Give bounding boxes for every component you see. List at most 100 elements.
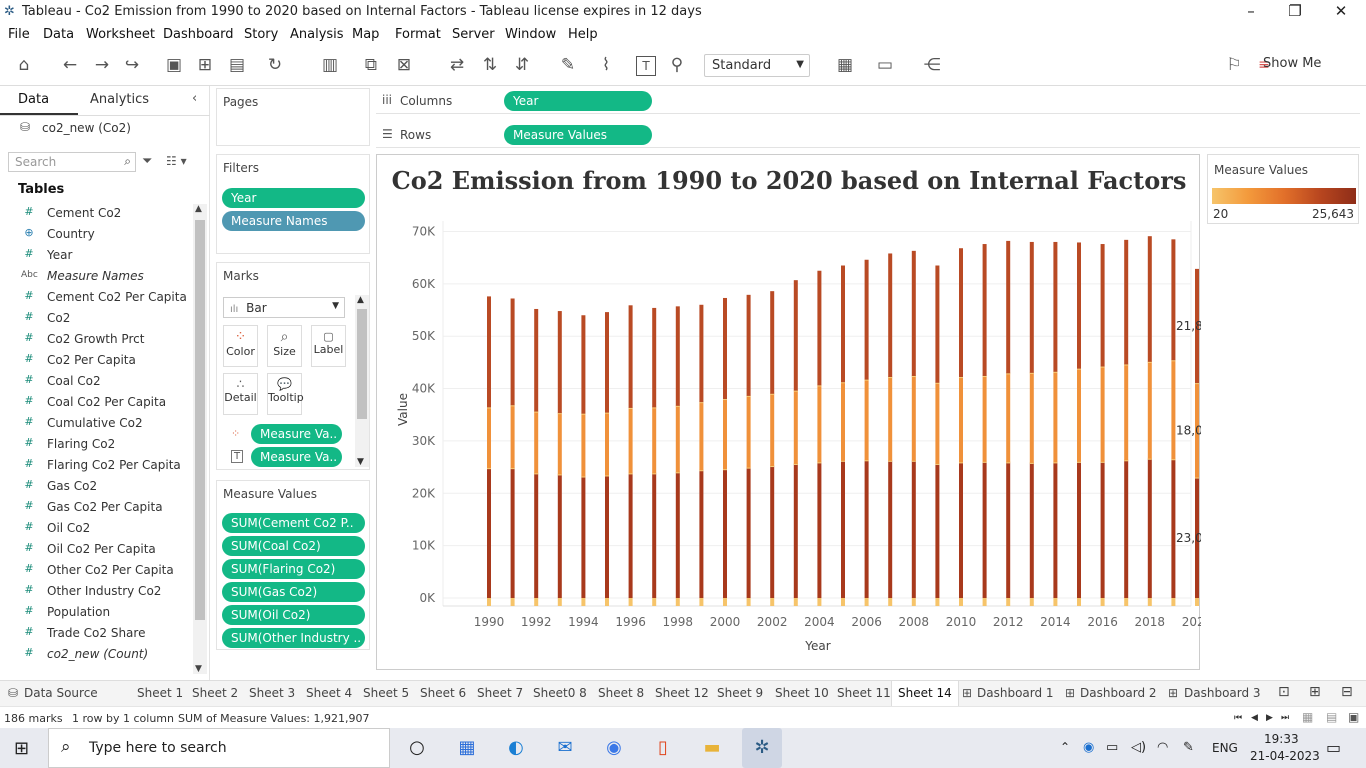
search-input[interactable]: Search ⌕ <box>8 152 136 172</box>
undo-icon[interactable]: ← <box>58 55 82 75</box>
tab-sheet-4[interactable]: Sheet 4 <box>306 686 352 700</box>
menu-dashboard[interactable]: Dashboard <box>163 27 234 42</box>
tab-sheet-12[interactable]: Sheet 12 <box>655 686 709 700</box>
task-view-icon[interactable]: ○ <box>404 736 430 760</box>
size-button[interactable]: ⌕ Size <box>267 325 302 367</box>
new-worksheet-icon[interactable]: ▥ <box>318 55 342 75</box>
minimize-button[interactable]: – <box>1236 2 1266 20</box>
store-icon[interactable]: ▦ <box>454 736 480 760</box>
pen-icon[interactable]: ✎ <box>1183 740 1194 755</box>
list-view-icon[interactable]: ▤ <box>1326 710 1337 724</box>
show-me-button[interactable]: Show Me <box>1263 56 1321 71</box>
replay-icon[interactable]: ↪ <box>120 55 144 75</box>
redo-icon[interactable]: → <box>90 55 114 75</box>
chrome-icon[interactable]: ◉ <box>601 736 627 760</box>
format-painter-icon[interactable]: ⚐ <box>1222 55 1246 75</box>
measure-value-pill[interactable]: SUM(Other Industry .. <box>222 628 365 648</box>
scroll-down-icon[interactable]: ▼ <box>357 457 364 467</box>
duplicate-icon[interactable]: ⧉ <box>359 55 383 75</box>
field-item[interactable]: # co2_new (Count) <box>0 644 190 665</box>
field-item[interactable]: # Flaring Co2 Per Capita <box>0 455 190 476</box>
menu-analysis[interactable]: Analysis <box>290 27 344 42</box>
chevron-up-icon[interactable]: ⌃ <box>1060 740 1070 754</box>
show-labels-icon[interactable]: T <box>636 56 656 76</box>
notifications-icon[interactable]: ▭ <box>1326 738 1341 757</box>
datasource-name[interactable]: co2_new (Co2) <box>42 121 131 135</box>
tab-sheet-1[interactable]: Sheet 1 <box>137 686 183 700</box>
collapse-pane-icon[interactable]: ‹ <box>192 91 197 106</box>
menu-window[interactable]: Window <box>505 27 556 42</box>
tab-dashboard-1[interactable]: Dashboard 1 <box>977 686 1054 700</box>
office-icon[interactable]: ▯ <box>650 736 676 760</box>
filter-pill-year[interactable]: Year <box>222 188 365 208</box>
mail-icon[interactable]: ✉ <box>552 736 578 760</box>
menu-map[interactable]: Map <box>352 27 379 42</box>
menu-file[interactable]: File <box>8 27 30 42</box>
field-item[interactable]: # Other Industry Co2 <box>0 581 190 602</box>
tooltip-button[interactable]: 💬 Tooltip <box>267 373 304 415</box>
field-item[interactable]: # Co2 <box>0 308 190 329</box>
tab-sheet-6[interactable]: Sheet 6 <box>420 686 466 700</box>
new-worksheet-icon[interactable]: ⊡ <box>1278 684 1290 700</box>
tab-dashboard-2[interactable]: Dashboard 2 <box>1080 686 1157 700</box>
view-options-icon[interactable]: ☷ ▾ <box>166 154 187 168</box>
marks-pill-label[interactable]: Measure Va.. <box>251 447 342 467</box>
color-button[interactable]: ⁘ Color <box>223 325 258 367</box>
tab-dashboard-3[interactable]: Dashboard 3 <box>1184 686 1261 700</box>
refresh-icon[interactable]: ↻ <box>263 55 287 75</box>
home-icon[interactable]: ⌂ <box>12 55 36 75</box>
field-item[interactable]: # Other Co2 Per Capita <box>0 560 190 581</box>
field-item[interactable]: # Population <box>0 602 190 623</box>
tab-sheet-7[interactable]: Sheet 7 <box>477 686 523 700</box>
chart-area[interactable]: Co2 Emission from 1990 to 2020 based on … <box>376 154 1218 671</box>
field-item[interactable]: # Cumulative Co2 <box>0 413 190 434</box>
new-datasource-icon[interactable]: ⊞ <box>193 55 217 75</box>
sort-ascending-icon[interactable]: ⇅ <box>478 55 502 75</box>
label-button[interactable]: ▢ Label <box>311 325 346 367</box>
filter-pill-measure-names[interactable]: Measure Names <box>222 211 365 231</box>
scroll-down-icon[interactable]: ▼ <box>195 664 202 674</box>
color-legend[interactable]: Measure Values 20 25,643 <box>1207 154 1359 224</box>
rows-pill-measure-values[interactable]: Measure Values <box>504 125 652 145</box>
tab-sheet-3[interactable]: Sheet 3 <box>249 686 295 700</box>
tab-sheet-11[interactable]: Sheet 11 <box>837 686 891 700</box>
field-item[interactable]: # Gas Co2 <box>0 476 190 497</box>
menu-data[interactable]: Data <box>43 27 74 42</box>
menu-server[interactable]: Server <box>452 27 495 42</box>
scrollbar[interactable]: ▲ ▼ <box>193 204 207 674</box>
field-item[interactable]: Abc Measure Names <box>0 266 190 287</box>
network-app-icon[interactable]: ◉ <box>1083 740 1094 755</box>
tab-analytics[interactable]: Analytics <box>90 92 149 107</box>
taskbar-search-input[interactable]: ⌕ Type here to search <box>48 728 390 768</box>
close-button[interactable]: ✕ <box>1326 2 1356 20</box>
swap-icon[interactable]: ⇄ <box>445 55 469 75</box>
tab-sheet-8[interactable]: Sheet 8 <box>598 686 644 700</box>
battery-icon[interactable]: ▭ <box>1106 740 1118 755</box>
field-item[interactable]: # Coal Co2 Per Capita <box>0 392 190 413</box>
field-item[interactable]: # Co2 Per Capita <box>0 350 190 371</box>
marks-scrollbar[interactable]: ▲ ▼ <box>355 295 369 467</box>
field-item[interactable]: # Gas Co2 Per Capita <box>0 497 190 518</box>
measure-value-pill[interactable]: SUM(Cement Co2 P.. <box>222 513 365 533</box>
field-item[interactable]: # Cement Co2 Per Capita <box>0 287 190 308</box>
tab-sheet0-8[interactable]: Sheet0 8 <box>533 686 587 700</box>
tableau-taskbar-icon[interactable]: ✲ <box>742 728 782 768</box>
next-page-icon[interactable]: ▶ <box>1266 713 1273 723</box>
columns-shelf[interactable]: iii Columns Year <box>376 88 1360 114</box>
group-icon[interactable]: ⌇ <box>594 55 618 75</box>
windows-start-icon[interactable]: ⊞ <box>14 738 29 759</box>
field-item[interactable]: # Trade Co2 Share <box>0 623 190 644</box>
show-cards-icon[interactable]: ▦ <box>833 55 857 75</box>
measure-value-pill[interactable]: SUM(Gas Co2) <box>222 582 365 602</box>
scroll-up-icon[interactable]: ▲ <box>357 295 364 305</box>
field-item[interactable]: # Oil Co2 Per Capita <box>0 539 190 560</box>
sort-descending-icon[interactable]: ⇵ <box>510 55 534 75</box>
pause-updates-icon[interactable]: ▤ <box>225 55 249 75</box>
pages-card[interactable]: Pages <box>216 88 370 146</box>
clear-sheet-icon[interactable]: ⊠ <box>392 55 416 75</box>
tab-sheet-2[interactable]: Sheet 2 <box>192 686 238 700</box>
language-indicator[interactable]: ENG <box>1212 741 1238 755</box>
bar-chart[interactable]: Co2 Emission from 1990 to 2020 based on … <box>377 155 1218 671</box>
edge-icon[interactable]: ◐ <box>503 736 529 760</box>
measure-value-pill[interactable]: SUM(Flaring Co2) <box>222 559 365 579</box>
